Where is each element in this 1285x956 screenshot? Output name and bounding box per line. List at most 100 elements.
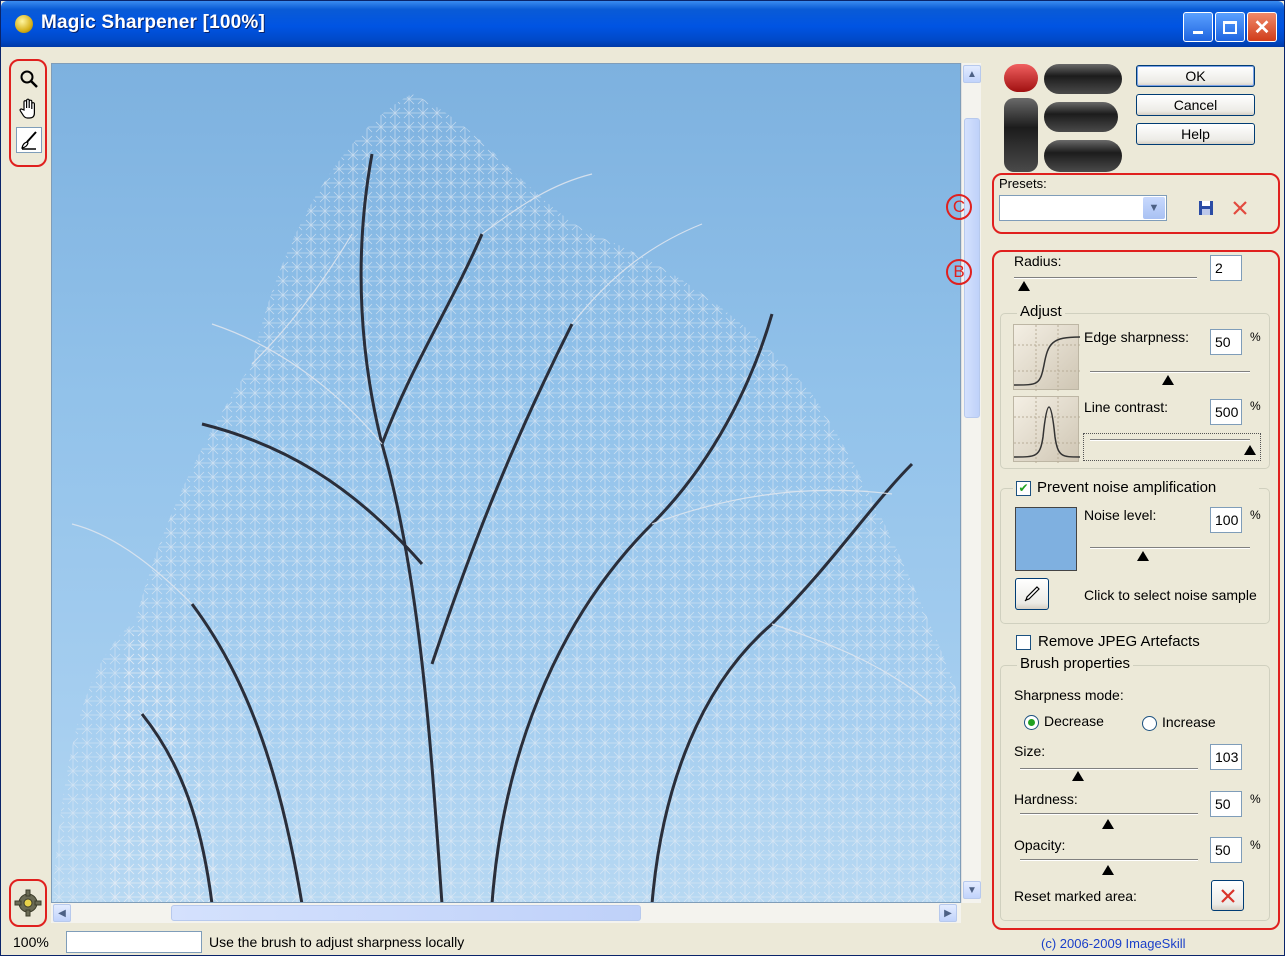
brush-size-slider-track[interactable] [1020,768,1198,770]
edge-sharpness-input[interactable]: 50 [1210,329,1242,355]
sharpness-mode-label: Sharpness mode: [1014,687,1124,703]
hand-tool-button[interactable] [16,96,42,122]
copyright-link[interactable]: (c) 2006-2009 ImageSkill [1041,936,1186,951]
brush-size-input[interactable]: 103 [1210,744,1242,770]
edge-sharpness-slider-track[interactable] [1090,371,1250,373]
zoom-icon [20,70,38,88]
brush-icon [21,131,37,150]
line-contrast-label: Line contrast: [1084,399,1169,415]
maximize-button[interactable] [1215,12,1245,42]
brush-size-slider-thumb[interactable] [1072,771,1084,781]
eyedropper-icon [1024,586,1040,602]
title-bar[interactable]: Magic Sharpener [100%] ✕ [1,1,1284,47]
edge-sharpness-unit: % [1250,330,1261,344]
hardness-input[interactable]: 50 [1210,791,1242,817]
app-window: Magic Sharpener [100%] ✕ A [0,0,1285,956]
noise-level-unit: % [1250,508,1261,522]
scroll-down-button[interactable]: ▼ [963,881,981,899]
app-icon [15,15,33,33]
hardness-slider-thumb[interactable] [1102,819,1114,829]
chevron-down-icon[interactable]: ▼ [1143,197,1165,219]
imageskill-logo [1004,64,1122,172]
line-contrast-slider-track[interactable] [1090,439,1250,441]
hand-icon [19,98,35,119]
cancel-button[interactable]: Cancel [1136,94,1255,116]
scroll-left-button[interactable]: ◀ [53,904,71,922]
ok-button[interactable]: OK [1136,65,1255,87]
hardness-slider-track[interactable] [1020,813,1198,815]
noise-checkbox[interactable]: ✔ [1016,481,1031,496]
noise-level-label: Noise level: [1084,507,1157,523]
edge-sharpness-curve [1013,324,1081,391]
scroll-right-button[interactable]: ▶ [939,904,957,922]
zoom-level: 100% [13,934,49,950]
increase-radio[interactable] [1142,716,1157,731]
radius-input[interactable]: 2 [1210,255,1242,281]
decrease-radio[interactable] [1024,715,1039,730]
jpeg-artefacts-label: Remove JPEG Artefacts [1038,633,1200,650]
jpeg-artefacts-checkbox[interactable] [1016,635,1031,650]
opacity-slider-thumb[interactable] [1102,865,1114,875]
brush-size-label: Size: [1014,743,1046,759]
maximize-icon [1223,20,1237,34]
status-field [66,931,202,953]
edge-sharpness-label: Edge sharpness: [1084,329,1190,345]
delete-preset-icon [1233,201,1247,215]
scroll-up-button[interactable]: ▲ [963,65,981,83]
line-contrast-curve [1013,396,1081,463]
window-title: Magic Sharpener [100%] [41,12,266,33]
noise-checkbox-label: Prevent noise amplification [1037,479,1217,496]
reset-x-icon [1220,888,1235,903]
settings-gear-icon [14,889,42,917]
line-contrast-unit: % [1250,399,1261,413]
noise-sample-swatch [1015,507,1077,571]
noise-checkbox-row[interactable]: ✔ Prevent noise amplification [1013,479,1259,499]
horizontal-scroll-thumb[interactable] [171,905,641,921]
radius-slider-track[interactable] [1014,277,1197,279]
delete-preset-button[interactable] [1229,197,1251,219]
hardness-label: Hardness: [1014,791,1078,807]
noise-level-input[interactable]: 100 [1210,507,1242,533]
edge-sharpness-slider-thumb[interactable] [1162,375,1174,385]
zoom-tool-button[interactable] [16,66,42,92]
opacity-label: Opacity: [1014,837,1066,853]
eyedropper-button[interactable] [1015,578,1049,610]
presets-dropdown[interactable]: ▼ [999,195,1167,221]
annotation-marker-c: C [946,194,972,220]
vertical-scrollbar[interactable]: ▲ ▼ [961,63,981,903]
status-message: Use the brush to adjust sharpness locall… [209,934,465,950]
opacity-unit: % [1250,838,1261,852]
settings-button[interactable] [9,879,47,927]
radius-slider-thumb[interactable] [1018,281,1030,291]
help-button[interactable]: Help [1136,123,1255,145]
noise-level-slider-track[interactable] [1090,547,1250,549]
hardness-unit: % [1250,792,1261,806]
minimize-button[interactable] [1183,12,1213,42]
save-preset-icon [1199,201,1213,215]
save-preset-button[interactable] [1195,197,1217,219]
brush-tool-button[interactable] [16,127,42,153]
line-contrast-input[interactable]: 500 [1210,399,1242,425]
brush-properties-title: Brush properties [1017,655,1134,672]
line-contrast-slider-thumb[interactable] [1244,445,1256,455]
horizontal-scrollbar[interactable]: ◀ ▶ [51,903,961,923]
tool-palette [9,59,47,167]
annotation-marker-b: B [946,259,972,285]
reset-marked-area-button[interactable] [1211,880,1244,911]
noise-level-slider-thumb[interactable] [1137,551,1149,561]
reset-marked-area-label: Reset marked area: [1014,888,1137,904]
opacity-input[interactable]: 50 [1210,837,1242,863]
increase-radio-label: Increase [1162,714,1216,730]
decrease-radio-label: Decrease [1044,713,1104,729]
adjust-group-title: Adjust [1017,303,1065,320]
frosted-tree-image [52,94,960,902]
presets-label: Presets: [999,176,1047,191]
minimize-icon [1193,30,1203,34]
close-button[interactable]: ✕ [1247,12,1277,42]
image-preview-canvas[interactable] [51,63,961,903]
radius-label: Radius: [1014,253,1062,269]
close-icon: ✕ [1253,16,1271,39]
line-contrast-slider-focus [1083,433,1261,461]
opacity-slider-track[interactable] [1020,859,1198,861]
noise-sample-hint: Click to select noise sample [1084,587,1257,603]
